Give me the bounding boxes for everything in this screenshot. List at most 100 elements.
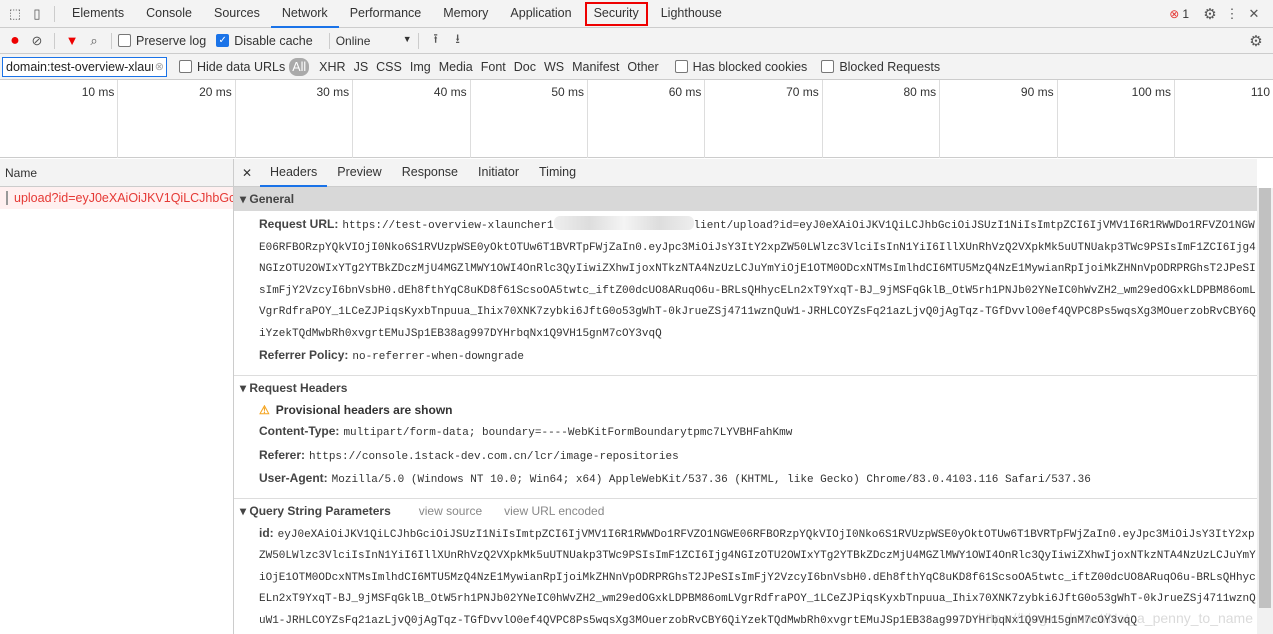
header-value: Mozilla/5.0 (Windows NT 10.0; Win64; x64… <box>331 474 1091 486</box>
timeline-gridline <box>352 80 354 158</box>
inspect-element-icon[interactable]: ⬚ <box>4 6 26 22</box>
timeline-label: 20 ms <box>199 85 232 99</box>
referrer-policy-value: no-referrer-when-downgrade <box>352 351 525 363</box>
filter-type-other[interactable]: Other <box>623 60 662 74</box>
filter-type-all[interactable]: All <box>289 57 310 76</box>
export-har-icon[interactable]: ⭳ <box>447 30 469 52</box>
name-column-header[interactable]: Name <box>0 159 233 187</box>
clear-filter-icon[interactable]: ⊗ <box>153 60 166 73</box>
query-string-title: Query String Parameters <box>249 503 391 518</box>
filter-type-font[interactable]: Font <box>477 60 510 74</box>
request-url-value-end: lient/upload?id=eyJ0eXAiOiJKV1QiLCJhbGci… <box>259 220 1256 340</box>
hide-data-urls-checkbox[interactable] <box>179 60 192 73</box>
view-source-link[interactable]: view source <box>419 504 482 518</box>
tab-console[interactable]: Console <box>135 0 203 28</box>
tab-performance[interactable]: Performance <box>339 0 433 28</box>
header-name: Referer: <box>259 447 306 462</box>
request-name: upload?id=eyJ0eXAiOiJKV1QiLCJhbGciOiJ... <box>14 191 233 205</box>
tab-application[interactable]: Application <box>499 0 582 28</box>
search-icon[interactable]: ⌕ <box>83 33 105 49</box>
blocked-requests-label[interactable]: Blocked Requests <box>839 60 940 74</box>
timeline-label: 90 ms <box>1020 85 1054 99</box>
tab-elements[interactable]: Elements <box>61 0 135 28</box>
filter-type-xhr[interactable]: XHR <box>315 60 349 74</box>
timeline-overview[interactable]: 10 ms 20 ms 30 ms 40 ms 50 ms 60 ms 70 ms 80 ms… <box>0 80 1273 158</box>
filter-type-js[interactable]: JS <box>350 60 373 74</box>
request-header-row: User-Agent: Mozilla/5.0 (Windows NT 10.0;… <box>234 468 1257 492</box>
referrer-policy-row: Referrer Policy: no-referrer-when-downgra… <box>234 345 1257 369</box>
tab-lighthouse[interactable]: Lighthouse <box>650 0 733 28</box>
redacted-blur <box>553 216 694 230</box>
settings-gear-icon[interactable]: ⚙ <box>1199 5 1221 23</box>
filter-value: domain:test-overview-xlaur <box>6 59 153 74</box>
preserve-log-checkbox[interactable] <box>118 34 131 47</box>
divider <box>54 32 55 49</box>
watermark: https://blog.csdn.net/Not_a_penny_to_nam… <box>978 610 1253 626</box>
divider <box>111 32 112 49</box>
filter-type-css[interactable]: CSS <box>372 60 406 74</box>
filter-type-media[interactable]: Media <box>435 60 477 74</box>
details-scrollbar[interactable] <box>1257 188 1273 634</box>
detail-tab-timing[interactable]: Timing <box>529 159 586 187</box>
request-list: Name upload?id=eyJ0eXAiOiJKV1QiLCJhbGciO… <box>0 159 234 634</box>
scrollbar-thumb[interactable] <box>1259 188 1271 608</box>
dropdown-arrow-icon: ▼ <box>402 33 412 44</box>
general-section-header[interactable]: ▾ General <box>234 187 1257 211</box>
detail-tab-initiator[interactable]: Initiator <box>468 159 529 187</box>
request-header-row: Referer: https://console.1stack-dev.com.c… <box>234 445 1257 469</box>
clear-icon[interactable]: ⊘ <box>26 33 48 49</box>
view-url-encoded-link[interactable]: view URL encoded <box>504 504 604 518</box>
tab-memory[interactable]: Memory <box>432 0 499 28</box>
throttle-select[interactable]: Online ▼ <box>336 34 412 48</box>
request-headers-header[interactable]: ▾ Request Headers <box>234 376 1257 400</box>
error-icon[interactable]: ⊗ <box>1169 7 1179 21</box>
timeline-label: 40 ms <box>433 85 467 99</box>
tab-security[interactable]: Security <box>583 0 650 28</box>
timeline-label: 50 ms <box>551 85 584 99</box>
timeline-gridline <box>939 80 941 158</box>
preserve-log-label[interactable]: Preserve log <box>136 34 206 48</box>
detail-tab-preview[interactable]: Preview <box>327 159 391 187</box>
timeline-gridline <box>117 80 119 158</box>
disable-cache-label[interactable]: Disable cache <box>234 34 313 48</box>
header-value: https://console.1stack-dev.com.cn/lcr/im… <box>309 450 679 463</box>
has-blocked-cookies-checkbox[interactable] <box>674 60 688 73</box>
filter-icon[interactable]: ▼ <box>61 33 83 48</box>
timeline-gridline <box>587 80 588 158</box>
has-blocked-cookies-label[interactable]: Has blocked cookies <box>693 60 808 74</box>
close-icon[interactable]: ✕ <box>1243 6 1265 22</box>
record-icon[interactable]: ● <box>4 32 26 50</box>
close-details-icon[interactable]: ✕ <box>234 159 260 187</box>
request-row[interactable]: upload?id=eyJ0eXAiOiJKV1QiLCJhbGciOiJ... <box>0 187 233 209</box>
request-url-value-start: https://test-overview-xlauncher1 <box>342 220 554 232</box>
filter-type-manifest[interactable]: Manifest <box>568 60 623 74</box>
blocked-requests-checkbox[interactable] <box>821 60 835 73</box>
request-url-row: Request URL: https://test-overview-xlaunc… <box>234 214 1257 345</box>
timeline-label: 30 ms <box>316 85 350 99</box>
devtools-tab-bar: ⬚ ▯ Elements Console Sources Network Perform… <box>0 0 1273 28</box>
filter-type-ws[interactable]: WS <box>540 60 568 74</box>
tab-sources[interactable]: Sources <box>203 0 271 28</box>
tab-network[interactable]: Network <box>270 0 339 28</box>
timeline-label: 80 ms <box>903 85 937 99</box>
detail-tab-response[interactable]: Response <box>392 159 468 187</box>
filter-type-doc[interactable]: Doc <box>510 60 540 74</box>
header-name: Content-Type: <box>259 424 340 438</box>
timeline-gridline <box>234 80 236 158</box>
network-settings-icon[interactable]: ⚙ <box>1245 32 1267 50</box>
device-toolbar-icon[interactable]: ▯ <box>26 6 48 22</box>
more-options-icon[interactable]: ⋮ <box>1221 6 1243 22</box>
filter-input[interactable]: domain:test-overview-xlaur ⊗ <box>2 56 167 77</box>
query-string-header[interactable]: ▾ Query String Parameters view source view… <box>234 499 1257 523</box>
filter-type-img[interactable]: Img <box>406 60 435 74</box>
filter-bar: domain:test-overview-xlaur ⊗ Hide data UR… <box>0 54 1273 80</box>
name-header-label: Name <box>5 165 38 180</box>
error-count[interactable]: 1 <box>1182 7 1189 21</box>
network-toolbar: ● ⊘ ▼ ⌕ Preserve log ✓ Disable cache Onli… <box>0 28 1273 54</box>
hide-data-urls-label[interactable]: Hide data URLs <box>197 60 285 74</box>
request-details: ✕ Headers Preview Response Initiator Timing … <box>234 159 1257 634</box>
detail-tab-headers[interactable]: Headers <box>260 159 328 187</box>
request-headers-title: Request Headers <box>249 380 348 395</box>
import-har-icon[interactable]: ⭱ <box>425 30 447 52</box>
disable-cache-checkbox[interactable]: ✓ <box>216 34 230 47</box>
